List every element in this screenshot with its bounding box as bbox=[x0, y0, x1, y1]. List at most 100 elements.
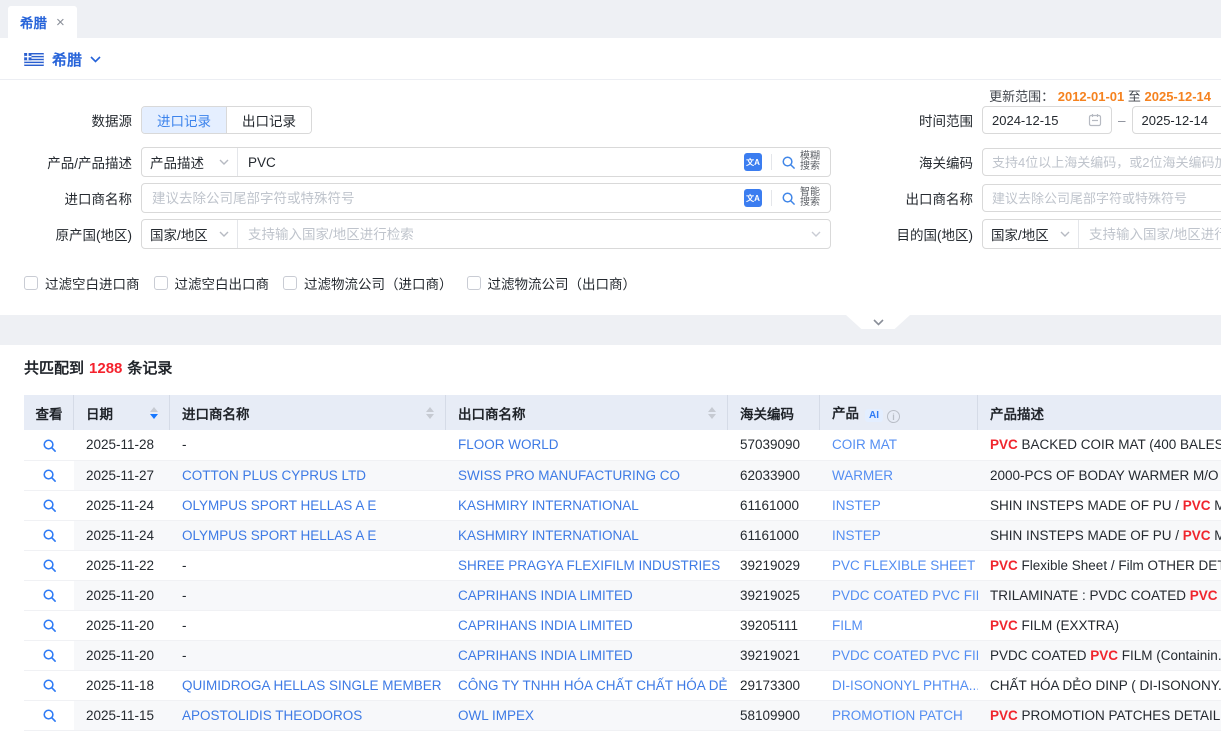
view-record-button[interactable] bbox=[24, 700, 74, 730]
table-row: 2025-11-27 COTTON PLUS CYPRUS LTD SWISS PR… bbox=[24, 460, 1221, 490]
exporter-link[interactable]: OWL IMPEX bbox=[458, 708, 534, 723]
product-link[interactable]: INSTEP bbox=[832, 528, 881, 543]
exporter-label: 出口商名称 bbox=[831, 188, 973, 208]
sort-date[interactable] bbox=[150, 407, 158, 419]
view-record-button[interactable] bbox=[24, 670, 74, 700]
hs-code-cell: 39219021 bbox=[728, 640, 820, 670]
chevron-down-icon[interactable] bbox=[90, 56, 101, 63]
smart-search-button[interactable]: 智能搜索 bbox=[781, 188, 830, 209]
fuzzy-search-button[interactable]: 模糊搜索 bbox=[781, 152, 830, 173]
importer-cell: APOSTOLIDIS THEODOROS bbox=[170, 700, 446, 730]
checkbox-label: 过滤空白出口商 bbox=[175, 273, 270, 293]
exporter-link[interactable]: SWISS PRO MANUFACTURING CO bbox=[458, 468, 680, 483]
view-record-button[interactable] bbox=[24, 640, 74, 670]
keyword-highlight: PVC bbox=[990, 437, 1018, 452]
importer-name-input[interactable] bbox=[152, 191, 734, 206]
hs-code-input[interactable] bbox=[992, 155, 1221, 170]
exporter-link[interactable]: KASHMIRY INTERNATIONAL bbox=[458, 528, 639, 543]
results-table: 查看 日期 进口商名称 出口商名称 海关编码 产品AIi 产品描述 2025-1… bbox=[24, 395, 1221, 731]
filter-checkbox-item[interactable]: 过滤物流公司（出口商） bbox=[467, 273, 637, 293]
importer-link[interactable]: OLYMPUS SPORT HELLAS A E bbox=[182, 528, 376, 543]
sort-exporter[interactable] bbox=[708, 407, 716, 419]
sort-importer[interactable] bbox=[426, 407, 434, 419]
dest-country-select[interactable]: 国家/地区 bbox=[983, 220, 1079, 248]
update-range-to-word: 至 bbox=[1128, 89, 1141, 104]
importer-cell: - bbox=[170, 430, 446, 460]
product-link[interactable]: COIR MAT bbox=[832, 437, 897, 452]
origin-country-select-value: 国家/地区 bbox=[150, 224, 208, 244]
product-link[interactable]: INSTEP bbox=[832, 498, 881, 513]
view-record-button[interactable] bbox=[24, 580, 74, 610]
view-record-button[interactable] bbox=[24, 460, 74, 490]
translate-icon[interactable]: 文A bbox=[744, 189, 762, 207]
description-cell: PVC BACKED COIR MAT (400 BALES)... bbox=[978, 430, 1221, 460]
hs-code-cell: 29173300 bbox=[728, 670, 820, 700]
importer-link[interactable]: OLYMPUS SPORT HELLAS A E bbox=[182, 498, 376, 513]
origin-country-select[interactable]: 国家/地区 bbox=[142, 220, 238, 248]
tab-greece[interactable]: 希腊 × bbox=[8, 6, 77, 38]
checkbox[interactable] bbox=[154, 276, 168, 290]
importer-link[interactable]: COTTON PLUS CYPRUS LTD bbox=[182, 468, 366, 483]
filter-checkbox-item[interactable]: 过滤物流公司（进口商） bbox=[283, 273, 453, 293]
exporter-link[interactable]: CAPRIHANS INDIA LIMITED bbox=[458, 648, 633, 663]
keyword-highlight: PVC bbox=[990, 558, 1018, 573]
description-cell: SHIN INSTEPS MADE OF PU / PVC M... bbox=[978, 490, 1221, 520]
keyword-highlight: PVC bbox=[1190, 588, 1218, 603]
importer-link[interactable]: QUIMIDROGA HELLAS SINGLE MEMBER PC bbox=[182, 678, 446, 693]
translate-icon[interactable]: 文A bbox=[744, 153, 762, 171]
table-row: 2025-11-18QUIMIDROGA HELLAS SINGLE MEMBE… bbox=[24, 670, 1221, 700]
toggle-export-records[interactable]: 出口记录 bbox=[226, 107, 311, 133]
view-record-button[interactable] bbox=[24, 490, 74, 520]
exporter-link[interactable]: CAPRIHANS INDIA LIMITED bbox=[458, 588, 633, 603]
view-record-button[interactable] bbox=[24, 610, 74, 640]
view-record-button[interactable] bbox=[24, 550, 74, 580]
exporter-link[interactable]: CAPRIHANS INDIA LIMITED bbox=[458, 618, 633, 633]
col-header-exporter: 出口商名称 bbox=[446, 395, 728, 430]
product-cell: INSTEP bbox=[820, 490, 978, 520]
product-link[interactable]: DI-ISONONYL PHTHA... bbox=[832, 678, 978, 693]
checkbox[interactable] bbox=[467, 276, 481, 290]
dest-country-input[interactable] bbox=[1089, 227, 1221, 242]
exporter-cell: SWISS PRO MANUFACTURING CO bbox=[446, 460, 728, 490]
calendar-icon[interactable] bbox=[1088, 113, 1102, 127]
exporter-link[interactable]: CÔNG TY TNHH HÓA CHẤT CHẤT HÓA DẺ... bbox=[458, 678, 728, 693]
view-record-button[interactable] bbox=[24, 430, 74, 460]
exporter-link[interactable]: SHREE PRAGYA FLEXIFILM INDUSTRIES bbox=[458, 558, 720, 573]
page-title: 希腊 bbox=[52, 49, 82, 70]
exporter-name-input[interactable] bbox=[992, 191, 1221, 206]
product-search-input[interactable] bbox=[248, 155, 734, 170]
summary-prefix: 共匹配到 bbox=[24, 360, 84, 377]
checkbox[interactable] bbox=[283, 276, 297, 290]
filter-checkbox-item[interactable]: 过滤空白进口商 bbox=[24, 273, 140, 293]
exporter-cell: CAPRIHANS INDIA LIMITED bbox=[446, 610, 728, 640]
date-cell: 2025-11-20 bbox=[74, 580, 170, 610]
info-icon[interactable]: i bbox=[887, 410, 900, 423]
filter-checkbox-item[interactable]: 过滤空白出口商 bbox=[154, 273, 270, 293]
importer-empty: - bbox=[182, 648, 187, 663]
date-to-input[interactable]: 2025-12-14 bbox=[1132, 106, 1221, 134]
close-icon[interactable]: × bbox=[56, 15, 65, 30]
chevron-down-icon[interactable] bbox=[811, 231, 821, 237]
date-range-separator: – bbox=[1118, 113, 1126, 128]
datasource-toggle-group: 进口记录 出口记录 bbox=[141, 106, 312, 134]
toggle-import-records[interactable]: 进口记录 bbox=[142, 107, 226, 133]
origin-country-input[interactable] bbox=[248, 227, 801, 242]
importer-cell: COTTON PLUS CYPRUS LTD bbox=[170, 460, 446, 490]
view-record-button[interactable] bbox=[24, 520, 74, 550]
product-link[interactable]: PVDC COATED PVC FIL... bbox=[832, 588, 978, 603]
checkbox[interactable] bbox=[24, 276, 38, 290]
collapse-panel-handle[interactable] bbox=[846, 315, 910, 329]
product-link[interactable]: WARMER bbox=[832, 468, 893, 483]
exporter-link[interactable]: FLOOR WORLD bbox=[458, 437, 559, 452]
date-cell: 2025-11-27 bbox=[74, 460, 170, 490]
product-link[interactable]: PVC FLEXIBLE SHEET F... bbox=[832, 558, 978, 573]
checkbox-label: 过滤物流公司（出口商） bbox=[488, 273, 637, 293]
product-type-select[interactable]: 产品描述 bbox=[142, 148, 238, 176]
table-row: 2025-11-20-CAPRIHANS INDIA LIMITED392051… bbox=[24, 610, 1221, 640]
product-link[interactable]: FILM bbox=[832, 618, 863, 633]
importer-link[interactable]: APOSTOLIDIS THEODOROS bbox=[182, 708, 362, 723]
date-from-input[interactable]: 2024-12-15 bbox=[982, 106, 1112, 134]
exporter-link[interactable]: KASHMIRY INTERNATIONAL bbox=[458, 498, 639, 513]
product-link[interactable]: PROMOTION PATCH bbox=[832, 708, 963, 723]
product-link[interactable]: PVDC COATED PVC FIL... bbox=[832, 648, 978, 663]
